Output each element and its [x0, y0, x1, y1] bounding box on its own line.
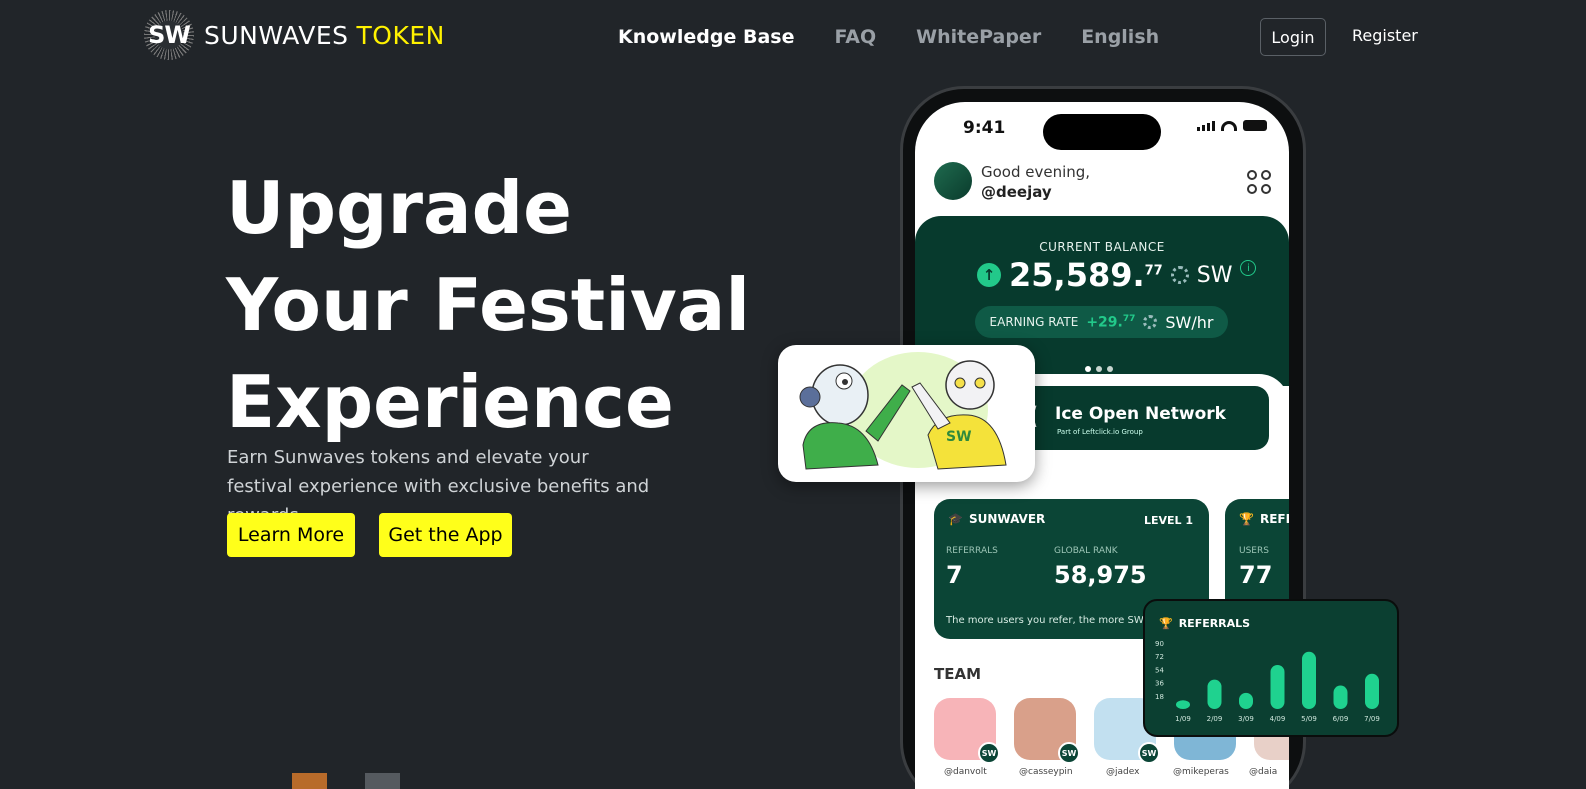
chart-bar[interactable]: [1270, 665, 1285, 709]
ion-banner[interactable]: ⟨ Ice Open Network Part of Leftclick.io …: [1015, 386, 1269, 450]
referrals-chart-card: 🏆 REFERRALS 90 72 54 36 18 1/09 2/09 3/09 4/09 5/0…: [1143, 599, 1399, 737]
team-member-name: @mikeperas: [1173, 767, 1229, 777]
carousel-indicator[interactable]: [292, 773, 327, 789]
learn-more-button[interactable]: Learn More: [227, 513, 355, 557]
carousel-dots[interactable]: [1085, 366, 1113, 372]
wifi-icon: [1221, 120, 1237, 131]
logo-mark-icon: SW: [144, 10, 194, 60]
x-tick-label: 2/09: [1207, 715, 1223, 723]
svg-text:SW: SW: [946, 429, 972, 445]
balance-row: ↑ 25,589.77 SW i: [977, 256, 1257, 294]
trophy-icon: 🏆: [1239, 512, 1254, 526]
hero-title-line-2: Your Festival: [226, 263, 751, 347]
dynamic-island: [1043, 114, 1161, 150]
team-member-name: @casseypin: [1019, 767, 1073, 777]
team-member-name: @daia: [1249, 767, 1278, 777]
balance-unit: SW: [1196, 262, 1233, 288]
avatar[interactable]: [934, 162, 972, 200]
info-icon[interactable]: i: [1240, 260, 1257, 276]
x-tick-label: 7/09: [1364, 715, 1380, 723]
hero-title: Upgrade Your Festival Experience: [226, 160, 766, 451]
chart-bar[interactable]: [1207, 679, 1222, 709]
high-five-illustration: SW: [778, 345, 1035, 482]
nav-link-knowledge-base[interactable]: Knowledge Base: [618, 26, 794, 48]
chart-bar[interactable]: [1365, 673, 1379, 709]
mascots-illustration: SW: [799, 352, 1007, 470]
balance-value: 25,589.77: [1009, 256, 1163, 294]
logo[interactable]: SW SUNWAVES TOKEN: [144, 10, 445, 60]
register-button[interactable]: Register: [1352, 26, 1418, 45]
x-tick-label: 3/09: [1238, 715, 1254, 723]
nav-link-whitepaper[interactable]: WhitePaper: [916, 26, 1041, 48]
hero-title-line-1: Upgrade: [226, 166, 573, 250]
referrals-value: 7: [946, 561, 963, 589]
chart-bar[interactable]: [1239, 692, 1253, 709]
team-member-name: @jadex: [1106, 767, 1140, 777]
global-rank-value: 58,975: [1054, 561, 1147, 589]
logo-text: SUNWAVES TOKEN: [204, 20, 445, 50]
team-heading: TEAM: [934, 665, 982, 683]
earning-rate-pill: EARNING RATE +29.77 SW/hr: [975, 306, 1228, 338]
nav-link-language[interactable]: English: [1081, 26, 1159, 48]
x-tick-label: 6/09: [1333, 715, 1349, 723]
chart-bar[interactable]: [1333, 685, 1348, 709]
top-nav: SW SUNWAVES TOKEN Knowledge Base FAQ Whit…: [0, 0, 1586, 76]
users-value: 77: [1239, 561, 1273, 589]
status-time: 9:41: [963, 118, 1006, 138]
status-icons: [1197, 120, 1267, 131]
y-tick-label: 54: [1155, 666, 1164, 674]
nav-link-faq[interactable]: FAQ: [834, 26, 876, 48]
battery-icon: [1243, 120, 1267, 131]
get-the-app-button[interactable]: Get the App: [379, 513, 512, 557]
sw-token-icon: [1170, 266, 1189, 284]
graduation-cap-icon: 🎓: [948, 512, 963, 526]
login-button[interactable]: Login: [1260, 18, 1326, 56]
signal-icon: [1197, 120, 1215, 131]
sw-token-icon: [1143, 315, 1158, 329]
greeting: Good evening, @deejay: [981, 163, 1091, 201]
y-tick-label: 36: [1155, 680, 1164, 688]
team-member-name: @danvolt: [944, 767, 987, 777]
team-member-avatar[interactable]: SW: [934, 698, 1000, 764]
x-tick-label: 5/09: [1301, 715, 1317, 723]
chart-bar[interactable]: [1302, 651, 1316, 709]
apps-menu-icon[interactable]: [1247, 170, 1271, 194]
referrals-bar-chart: 90 72 54 36 18 1/09 2/09 3/09 4/09 5/09 6/09 7/09: [1155, 640, 1380, 723]
carousel-indicator[interactable]: [365, 773, 400, 789]
x-tick-label: 4/09: [1270, 715, 1286, 723]
arrow-up-icon: ↑: [977, 263, 1001, 287]
nav-links: Knowledge Base FAQ WhitePaper English: [618, 26, 1159, 48]
team-member-avatar[interactable]: SW: [1014, 698, 1080, 764]
x-tick-label: 1/09: [1175, 715, 1191, 723]
y-tick-label: 90: [1155, 640, 1164, 648]
y-tick-label: 72: [1155, 653, 1164, 661]
y-tick-label: 18: [1155, 693, 1164, 701]
level-badge: LEVEL 1: [1143, 514, 1193, 527]
chart-bar[interactable]: [1176, 700, 1190, 709]
hero-title-line-3: Experience: [226, 360, 674, 444]
balance-label: CURRENT BALANCE: [1039, 240, 1165, 254]
